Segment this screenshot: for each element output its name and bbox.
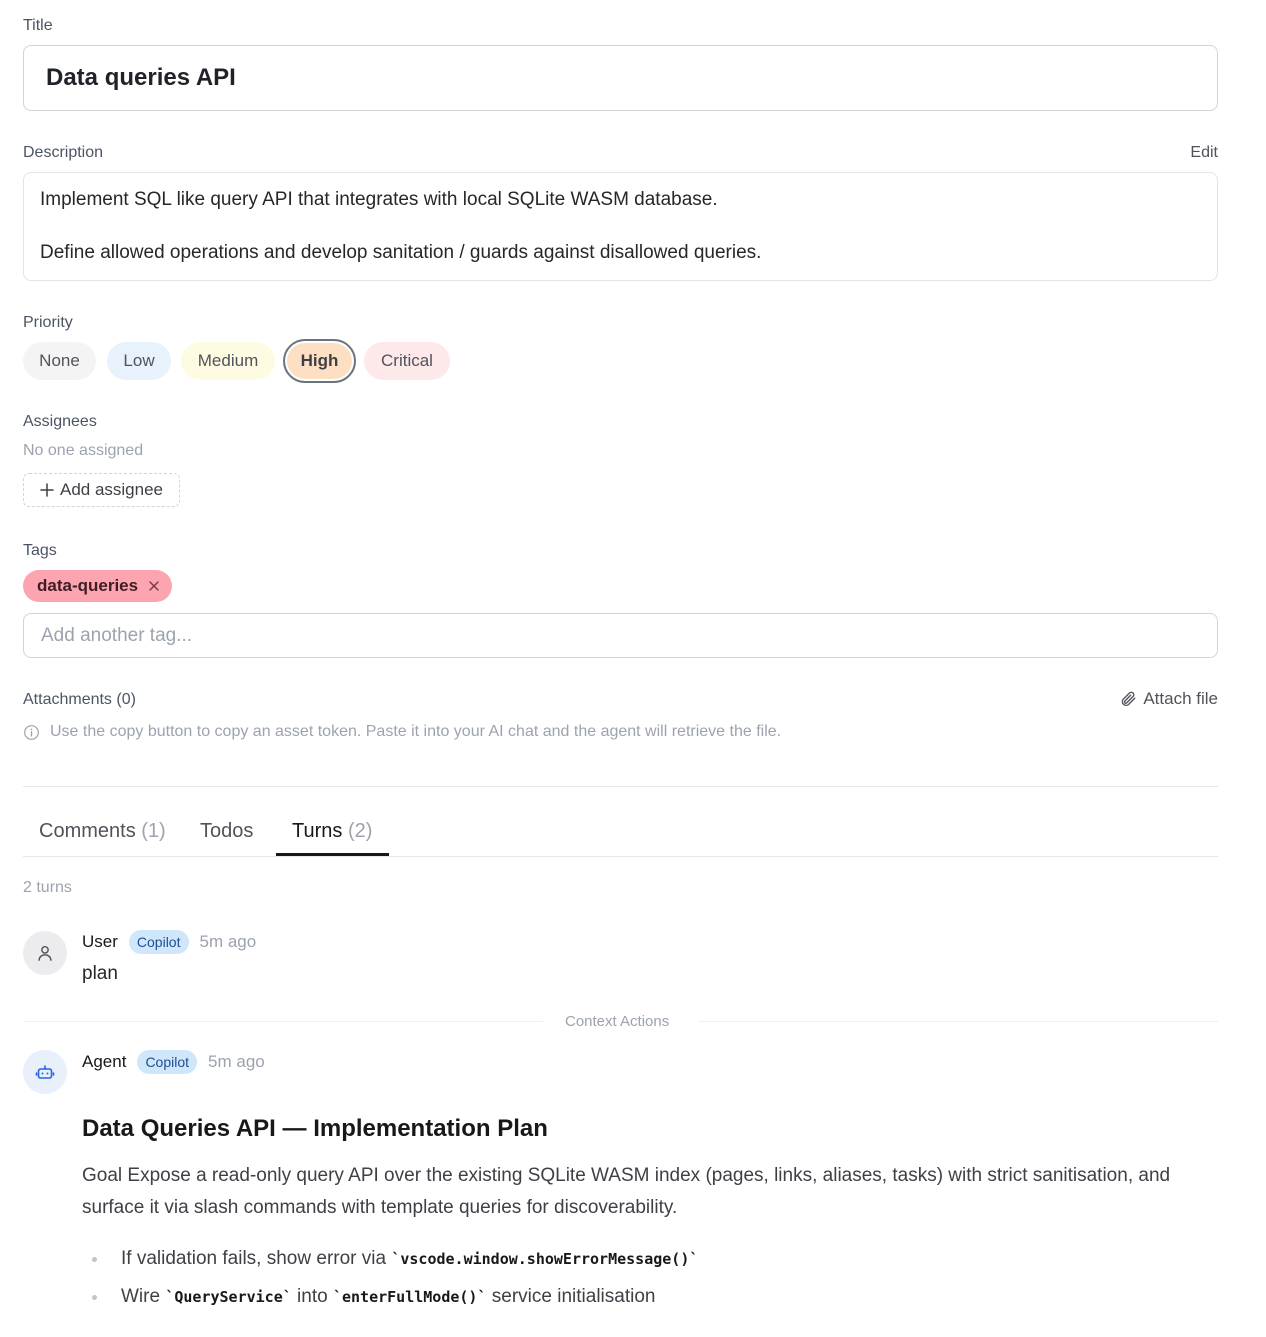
tab-comments-label: Comments bbox=[39, 820, 136, 842]
tag-input[interactable]: Add another tag... bbox=[23, 613, 1218, 658]
turn-author: User bbox=[82, 932, 118, 951]
plan-bullet: Wire `QueryService` into `enterFullMode(… bbox=[92, 1286, 655, 1308]
attachments-hint: Use the copy button to copy an asset tok… bbox=[23, 723, 781, 741]
bullet-text: If validation fails, show error via bbox=[121, 1248, 392, 1269]
tab-todos[interactable]: Todos bbox=[200, 820, 253, 843]
description-line: Implement SQL like query API that integr… bbox=[40, 189, 718, 210]
description-line: Define allowed operations and develop sa… bbox=[40, 242, 762, 263]
user-icon bbox=[38, 945, 52, 961]
section-divider bbox=[23, 786, 1218, 787]
plan-paragraph: Goal Expose a read-only query API over t… bbox=[82, 1165, 1171, 1218]
priority-critical-button[interactable]: Critical bbox=[364, 342, 450, 380]
tab-comments-count: (1) bbox=[141, 820, 166, 842]
tag-chip: data-queries bbox=[23, 570, 172, 602]
user-turn-text: plan bbox=[82, 963, 118, 984]
tag-label: data-queries bbox=[37, 576, 139, 595]
attachments-hint-text: Use the copy button to copy an asset tok… bbox=[50, 723, 782, 740]
add-assignee-label: Add assignee bbox=[59, 480, 164, 499]
no-assignees-text: No one assigned bbox=[23, 442, 144, 459]
priority-low-button[interactable]: Low bbox=[107, 342, 171, 380]
edit-description-button[interactable]: Edit bbox=[1190, 144, 1218, 162]
copilot-badge: Copilot bbox=[137, 1050, 198, 1074]
inline-code: `vscode.window.showErrorMessage()` bbox=[391, 1250, 699, 1268]
copilot-badge: Copilot bbox=[128, 930, 189, 954]
turn-time: 5m ago bbox=[208, 1052, 265, 1071]
bullet-dot bbox=[92, 1294, 97, 1300]
turns-count: 2 turns bbox=[23, 879, 72, 896]
bullet-text: into bbox=[291, 1286, 333, 1307]
context-actions-label: Context Actions bbox=[565, 1013, 670, 1030]
active-tab-indicator bbox=[276, 853, 389, 856]
close-icon[interactable] bbox=[148, 580, 160, 592]
tab-comments[interactable]: Comments (1) bbox=[39, 820, 166, 843]
tab-turns[interactable]: Turns (2) bbox=[292, 820, 372, 843]
attach-file-label: Attach file bbox=[1143, 689, 1218, 708]
tab-todos-label: Todos bbox=[200, 820, 254, 842]
paperclip-icon bbox=[1122, 691, 1136, 706]
priority-label: Priority bbox=[23, 314, 73, 331]
description-label: Description bbox=[23, 144, 104, 161]
add-assignee-button[interactable]: Add assignee bbox=[23, 473, 180, 507]
agent-avatar bbox=[23, 1050, 67, 1094]
turn-author: Agent bbox=[82, 1052, 127, 1071]
tags-label: Tags bbox=[23, 542, 57, 559]
assignees-label: Assignees bbox=[23, 413, 97, 430]
tab-turns-label: Turns bbox=[292, 820, 343, 842]
tabs-divider bbox=[23, 856, 1218, 857]
robot-icon bbox=[35, 1065, 55, 1079]
plus-icon bbox=[40, 483, 54, 497]
tab-turns-count: (2) bbox=[347, 820, 373, 842]
priority-medium-button[interactable]: Medium bbox=[181, 342, 275, 380]
bullet-dot bbox=[92, 1256, 97, 1262]
info-icon bbox=[24, 724, 39, 740]
user-turn-header: User Copilot 5m ago bbox=[82, 930, 256, 954]
title-label: Title bbox=[23, 17, 53, 34]
bullet-text: service initialisation bbox=[486, 1286, 656, 1307]
priority-none-button[interactable]: None bbox=[23, 342, 96, 380]
title-input[interactable]: Data queries API bbox=[23, 45, 1218, 111]
separator-line-right bbox=[698, 1021, 1218, 1022]
description-box[interactable]: Implement SQL like query API that integr… bbox=[23, 172, 1218, 281]
agent-turn-header: Agent Copilot 5m ago bbox=[82, 1050, 265, 1074]
bullet-text: Wire bbox=[121, 1286, 166, 1307]
attach-file-button[interactable]: Attach file bbox=[1119, 689, 1218, 709]
separator-line-left bbox=[23, 1021, 543, 1022]
inline-code: `QueryService` bbox=[165, 1288, 292, 1306]
attachments-label: Attachments (0) bbox=[23, 691, 136, 708]
plan-bullet: If validation fails, show error via `vsc… bbox=[92, 1248, 698, 1270]
priority-high-button[interactable]: High bbox=[283, 339, 356, 383]
turn-time: 5m ago bbox=[199, 932, 257, 951]
plan-heading: Data Queries API — Implementation Plan bbox=[82, 1115, 548, 1142]
inline-code: `enterFullMode()` bbox=[332, 1288, 487, 1306]
user-avatar bbox=[23, 931, 67, 975]
